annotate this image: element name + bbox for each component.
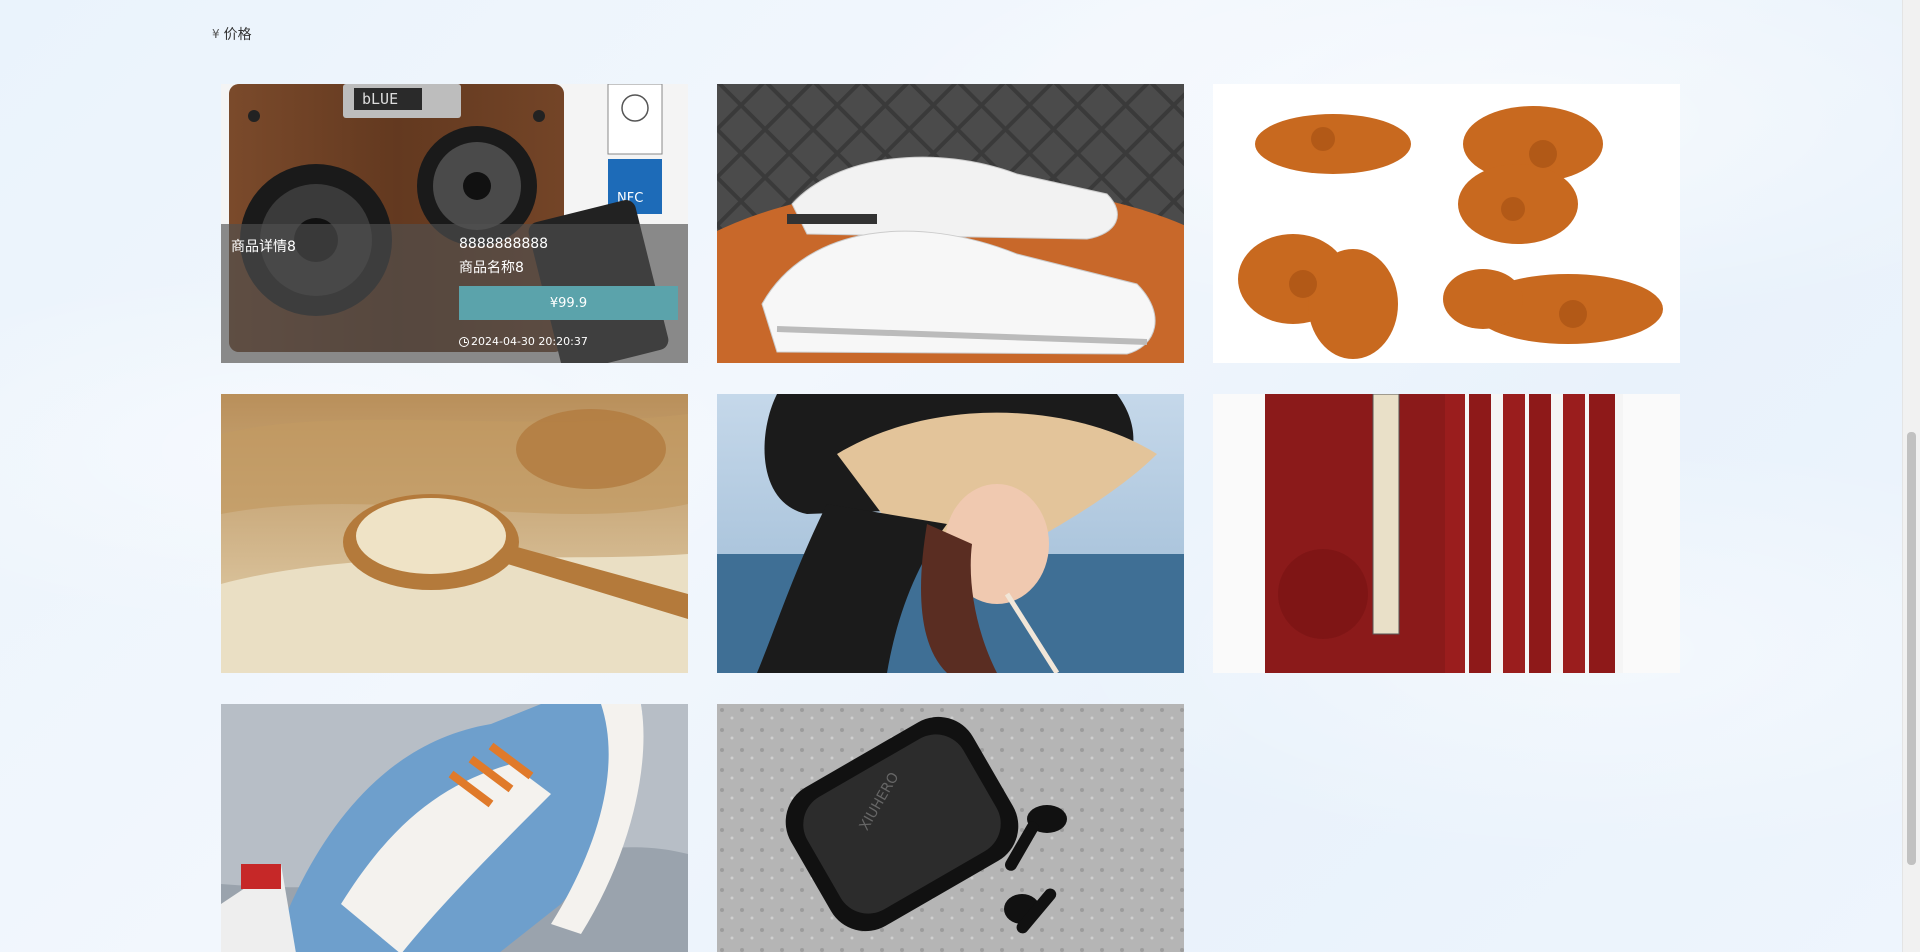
product-timestamp: 2024-04-30 20:20:37 <box>459 335 588 348</box>
product-card[interactable] <box>1213 394 1680 673</box>
product-card[interactable] <box>717 84 1184 363</box>
price-sort-toggle[interactable]: ¥ 价格 <box>212 24 252 44</box>
product-detail-text: 商品详情8 <box>231 239 296 255</box>
product-name: 商品名称8 <box>459 260 524 276</box>
product-image-white-sneakers <box>717 84 1184 363</box>
product-image-fried-chicken <box>1213 84 1680 363</box>
product-time-text: 2024-04-30 20:20:37 <box>471 335 588 348</box>
product-price-button[interactable]: ¥99.9 <box>459 286 678 320</box>
product-card[interactable] <box>1213 84 1680 363</box>
product-card[interactable] <box>221 704 688 952</box>
product-image-blue-sneakers <box>221 704 688 952</box>
product-image-bucket-hat <box>717 394 1184 673</box>
yen-icon: ¥ <box>212 27 220 41</box>
product-card[interactable] <box>221 394 688 673</box>
product-price-raw: 8888888888 <box>459 236 549 252</box>
page-scrollbar[interactable] <box>1902 0 1920 952</box>
product-image-earbuds: XIUHERO <box>717 704 1184 952</box>
product-card[interactable]: XIUHERO <box>717 704 1184 952</box>
clock-icon <box>459 336 469 347</box>
product-card[interactable] <box>717 394 1184 673</box>
product-grid: bLUE NFC 商品详情8 8888888888 商品名称8 ¥99.9 20… <box>221 84 1680 952</box>
product-image-rice <box>221 394 688 673</box>
product-card[interactable]: bLUE NFC 商品详情8 8888888888 商品名称8 ¥99.9 20… <box>221 84 688 363</box>
product-image-books <box>1213 394 1680 673</box>
product-hover-overlay: 商品详情8 8888888888 商品名称8 ¥99.9 2024-04-30 … <box>221 224 688 363</box>
svg-text:bLUE: bLUE <box>362 90 398 108</box>
price-sort-label: 价格 <box>223 27 252 43</box>
scrollbar-thumb[interactable] <box>1907 432 1916 865</box>
